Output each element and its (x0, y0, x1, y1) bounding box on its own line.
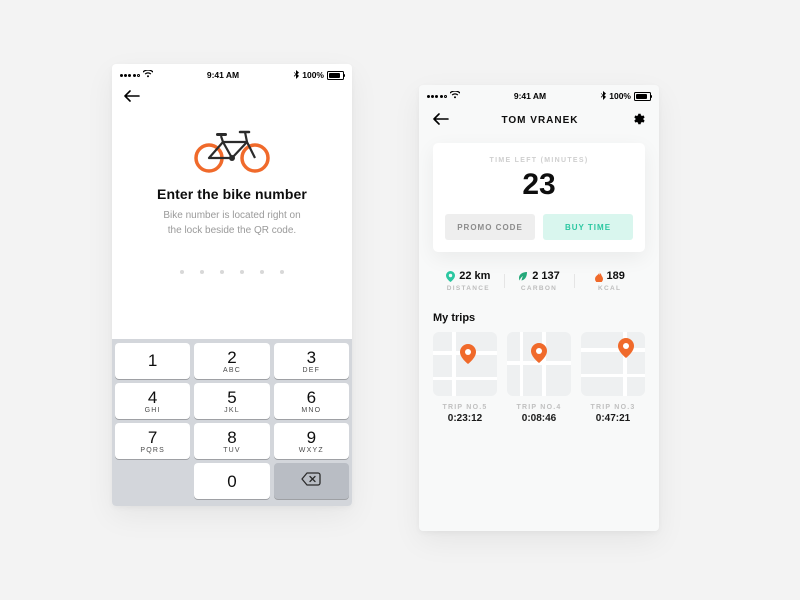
key-7[interactable]: 7PQRS (115, 423, 190, 459)
key-blank (115, 463, 190, 499)
my-trips-heading: My trips (433, 312, 645, 324)
key-backspace[interactable] (274, 463, 349, 499)
status-bar: 9:41 AM 100% (419, 85, 659, 105)
key-6[interactable]: 6MNO (274, 383, 349, 419)
key-4[interactable]: 4GHI (115, 383, 190, 419)
nav-title: TOM VRANEK (501, 115, 578, 126)
screen-enter-bike-number: 9:41 AM 100% (112, 64, 352, 506)
back-button[interactable] (433, 113, 449, 128)
flame-icon (595, 271, 603, 282)
numeric-keypad: 1 2ABC 3DEF 4GHI 5JKL 6MNO 7PQRS 8TUV 9W… (112, 339, 352, 506)
map-pin-icon (618, 338, 634, 358)
trip-map-thumb (581, 332, 645, 396)
key-3[interactable]: 3DEF (274, 343, 349, 379)
battery-icon (634, 92, 651, 101)
map-pin-icon (460, 344, 476, 364)
title: Enter the bike number (112, 186, 352, 202)
stat-distance: 22 km DISTANCE (433, 270, 504, 292)
bike-illustration (112, 118, 352, 174)
key-1[interactable]: 1 (115, 343, 190, 379)
gear-icon (631, 112, 645, 126)
signal-dots-icon (120, 74, 140, 77)
key-0[interactable]: 0 (194, 463, 269, 499)
battery-icon (327, 71, 344, 80)
status-time: 9:41 AM (207, 70, 239, 80)
key-9[interactable]: 9WXYZ (274, 423, 349, 459)
stat-kcal: 189 KCAL (574, 270, 645, 292)
time-left-value: 23 (445, 168, 633, 202)
stats-row: 22 km DISTANCE 2 137 CARBON 189 KCAL (433, 270, 645, 292)
signal-dots-icon (427, 95, 447, 98)
time-left-label: TIME LEFT (MINUTES) (445, 157, 633, 164)
bluetooth-icon (600, 91, 606, 102)
stat-carbon: 2 137 CARBON (504, 270, 575, 292)
bluetooth-icon (293, 70, 299, 81)
promo-code-button[interactable]: PROMO CODE (445, 214, 535, 240)
key-5[interactable]: 5JKL (194, 383, 269, 419)
status-time: 9:41 AM (514, 91, 546, 101)
key-2[interactable]: 2ABC (194, 343, 269, 379)
trip-map-thumb (507, 332, 571, 396)
battery-percent: 100% (609, 91, 631, 101)
subtitle: Bike number is located right on the lock… (147, 208, 317, 238)
pin-icon (446, 271, 455, 282)
buy-time-button[interactable]: BUY TIME (543, 214, 633, 240)
wifi-icon (450, 91, 460, 101)
battery-percent: 100% (302, 70, 324, 80)
trips-list: TRIP NO.5 0:23:12 TRIP NO.4 0:08:46 (433, 332, 645, 424)
trip-item[interactable]: TRIP NO.4 0:08:46 (507, 332, 571, 424)
map-pin-icon (531, 343, 547, 363)
settings-button[interactable] (631, 112, 645, 129)
status-bar: 9:41 AM 100% (112, 64, 352, 84)
trip-item[interactable]: TRIP NO.3 0:47:21 (581, 332, 645, 424)
leaf-icon (518, 271, 528, 281)
time-left-card: TIME LEFT (MINUTES) 23 PROMO CODE BUY TI… (433, 143, 645, 252)
screen-profile: 9:41 AM 100% TOM VRANEK TIME LEFT (MINUT… (419, 85, 659, 531)
nav-bar (112, 84, 352, 112)
backspace-icon (301, 472, 321, 491)
trip-map-thumb (433, 332, 497, 396)
nav-bar: TOM VRANEK (419, 105, 659, 135)
trip-item[interactable]: TRIP NO.5 0:23:12 (433, 332, 497, 424)
wifi-icon (143, 70, 153, 80)
key-8[interactable]: 8TUV (194, 423, 269, 459)
code-input-dots[interactable] (112, 270, 352, 274)
back-button[interactable] (124, 89, 140, 107)
